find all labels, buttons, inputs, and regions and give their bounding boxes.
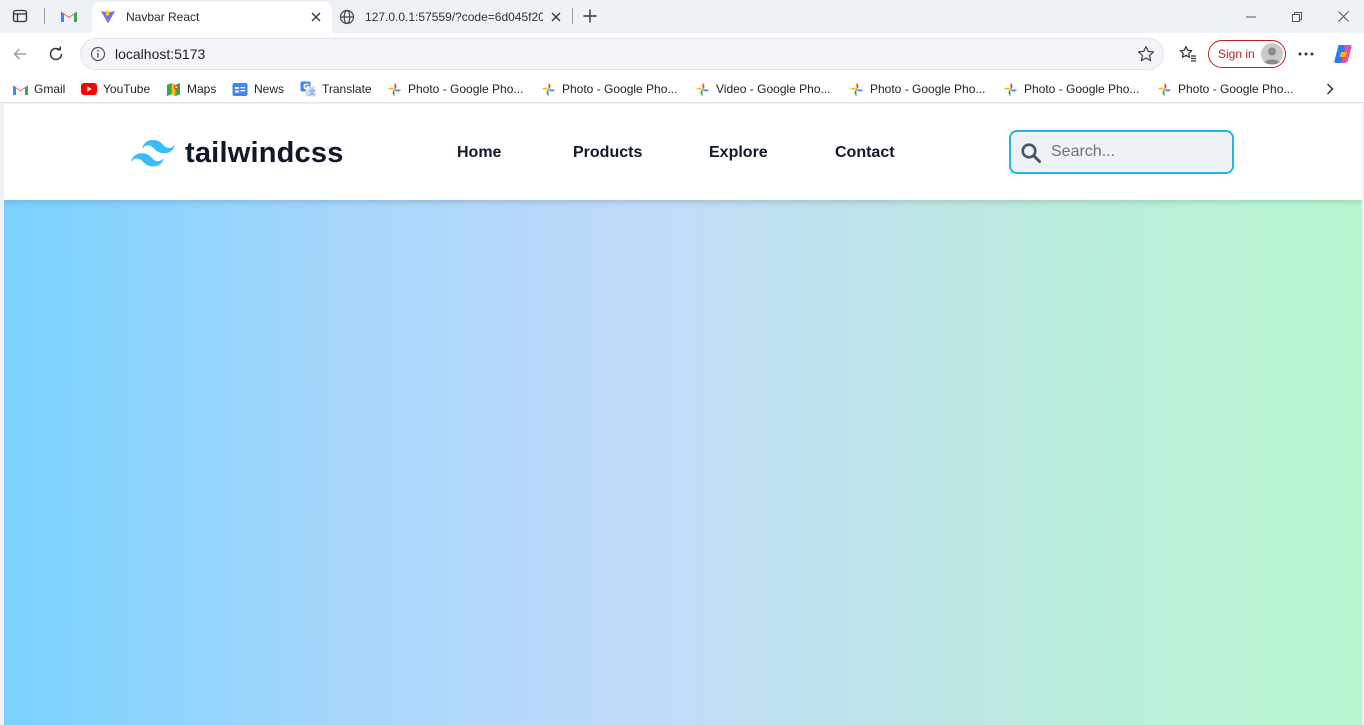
bookmark-google-photo[interactable]: Photo - Google Pho...: [386, 80, 523, 98]
favorites-list-icon: [1179, 45, 1196, 62]
tab-navbar-react[interactable]: Navbar React: [92, 2, 332, 33]
site-logo[interactable]: tailwindcss: [131, 137, 344, 170]
tab-title: Navbar React: [126, 10, 200, 24]
google-photos-icon: [694, 81, 710, 97]
maps-icon: [165, 81, 181, 97]
bookmark-label: Translate: [322, 82, 372, 96]
copilot-button[interactable]: [1329, 40, 1357, 68]
plus-icon: [583, 9, 597, 23]
profile-avatar-icon: [1261, 43, 1283, 65]
bookmark-google-photo[interactable]: Photo - Google Pho...: [1156, 80, 1293, 98]
vite-icon: [100, 9, 116, 28]
close-icon: [1337, 11, 1349, 22]
chevron-right-icon: [1326, 83, 1334, 95]
bookmark-youtube[interactable]: YouTube: [81, 80, 150, 98]
search-input[interactable]: [1051, 140, 1221, 164]
tab-title: 127.0.0.1:57559/?code=6d045f20: [365, 10, 543, 24]
nav-link-products[interactable]: Products: [573, 144, 642, 162]
close-tab-button[interactable]: [548, 9, 564, 25]
bookmark-label: Maps: [187, 82, 217, 96]
site-info-icon[interactable]: [90, 46, 106, 67]
new-tab-button[interactable]: [575, 4, 605, 28]
gmail-icon: [12, 81, 28, 97]
translate-icon: G文: [300, 81, 316, 97]
nav-link-contact[interactable]: Contact: [835, 144, 895, 162]
nav-link-explore[interactable]: Explore: [709, 144, 768, 162]
reload-icon: [49, 46, 63, 61]
bookmark-news[interactable]: News: [232, 80, 284, 98]
sign-in-button[interactable]: Sign in: [1208, 40, 1286, 68]
browser-toolbar: localhost:5173 Sign in: [0, 33, 1364, 75]
bookmarks-bar: Gmail YouTube Maps News G文 Translate Pho…: [0, 75, 1364, 103]
bookmark-google-photo[interactable]: Photo - Google Pho...: [540, 80, 677, 98]
bookmark-label: News: [254, 82, 285, 96]
address-url: localhost:5173: [115, 46, 206, 62]
svg-text:文: 文: [309, 88, 316, 97]
youtube-icon: [81, 81, 97, 97]
tab-separator: [572, 8, 573, 24]
restore-button[interactable]: [1274, 0, 1320, 33]
tab-localhost-code[interactable]: 127.0.0.1:57559/?code=6d045f20: [334, 2, 570, 33]
site-navbar: tailwindcss Home Products Explore Contac…: [4, 104, 1362, 200]
bookmark-google-video[interactable]: Video - Google Pho...: [694, 80, 831, 98]
sign-in-label: Sign in: [1218, 47, 1255, 61]
close-tab-button[interactable]: [308, 9, 324, 25]
logo-wordmark: tailwindcss: [185, 137, 344, 169]
pinned-tab-gmail[interactable]: [54, 4, 84, 28]
bookmark-translate[interactable]: G文 Translate: [300, 80, 372, 98]
google-photos-icon: [1156, 81, 1172, 97]
bookmark-google-photo[interactable]: Photo - Google Pho...: [1002, 80, 1139, 98]
gmail-icon: [61, 11, 77, 22]
address-bar[interactable]: localhost:5173: [80, 38, 1164, 70]
back-button[interactable]: [6, 40, 34, 68]
restore-icon: [1292, 11, 1302, 22]
copilot-icon: [1334, 45, 1352, 63]
news-icon: [232, 81, 248, 97]
favorites-button[interactable]: [1174, 40, 1202, 68]
close-icon: [551, 12, 561, 22]
bookmark-label: Photo - Google Pho...: [1024, 82, 1140, 96]
minimize-icon: [1246, 16, 1256, 17]
google-photos-icon: [848, 81, 864, 97]
bookmark-label: Photo - Google Pho...: [1178, 82, 1294, 96]
bookmark-label: Photo - Google Pho...: [562, 82, 678, 96]
page-hero-background: tailwindcss Home Products Explore Contac…: [4, 104, 1362, 725]
bookmark-gmail[interactable]: Gmail: [12, 80, 65, 98]
bookmark-label: Photo - Google Pho...: [408, 82, 524, 96]
tailwind-logo-icon: [131, 140, 175, 167]
favorite-star-icon[interactable]: [1137, 45, 1155, 68]
globe-icon: [339, 9, 355, 28]
bookmark-label: Photo - Google Pho...: [870, 82, 986, 96]
bookmarks-overflow-button[interactable]: [1320, 80, 1340, 98]
bookmark-label: YouTube: [103, 82, 151, 96]
close-icon: [311, 12, 321, 22]
search-box: [1009, 130, 1234, 174]
tab-strip: Navbar React 127.0.0.1:57559/?code=6d045…: [0, 0, 1364, 33]
bookmark-maps[interactable]: Maps: [165, 80, 216, 98]
tab-actions-button[interactable]: [5, 4, 35, 28]
back-arrow-icon: [13, 48, 26, 60]
close-window-button[interactable]: [1320, 0, 1364, 33]
google-photos-icon: [386, 81, 402, 97]
more-horizontal-icon: [1298, 52, 1314, 56]
reload-button[interactable]: [42, 40, 70, 68]
tab-separator: [44, 8, 45, 24]
sidebar-toggle-icon: [12, 9, 28, 23]
minimize-button[interactable]: [1228, 0, 1274, 33]
bookmark-label: Video - Google Pho...: [716, 82, 831, 96]
bookmark-google-photo[interactable]: Photo - Google Pho...: [848, 80, 985, 98]
google-photos-icon: [1002, 81, 1018, 97]
settings-more-button[interactable]: [1292, 40, 1320, 68]
bookmark-label: Gmail: [34, 82, 66, 96]
google-photos-icon: [540, 81, 556, 97]
search-icon: [1020, 142, 1042, 164]
nav-link-home[interactable]: Home: [457, 144, 501, 162]
